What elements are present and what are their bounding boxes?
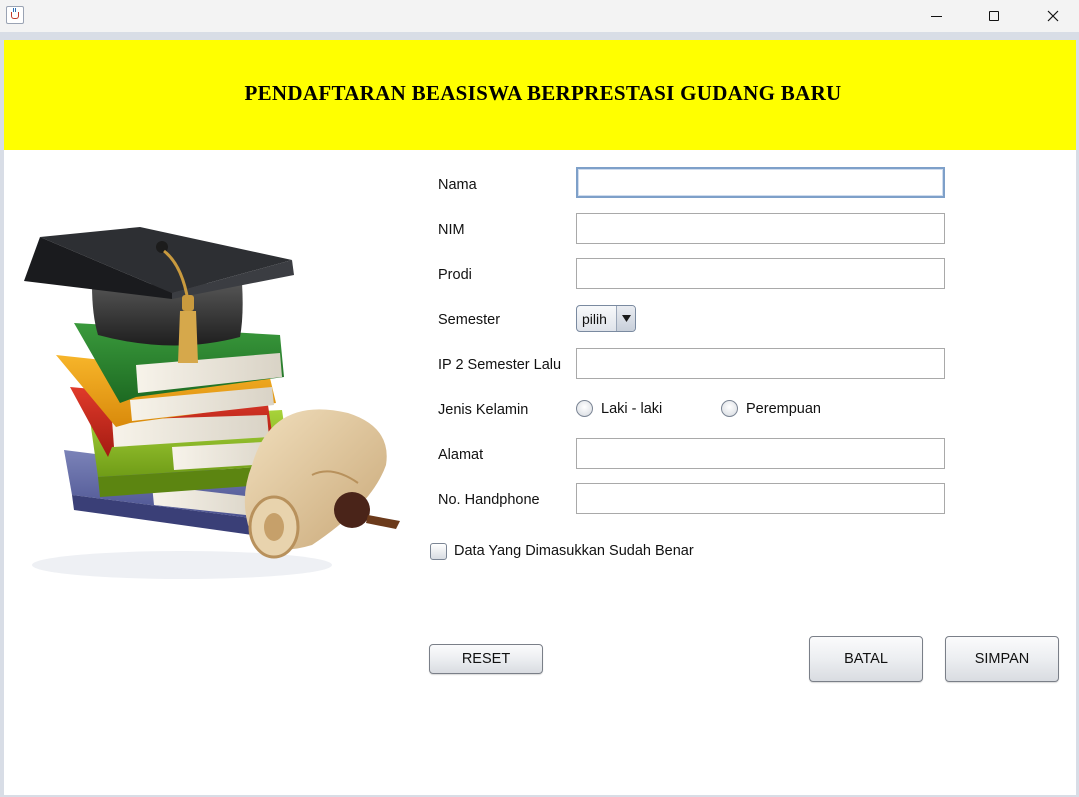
radio-laki-laki-label[interactable]: Laki - laki xyxy=(601,399,662,419)
dropdown-arrow-button[interactable] xyxy=(616,306,635,331)
graduation-books-icon xyxy=(24,227,400,579)
minimize-button[interactable] xyxy=(907,0,965,32)
alamat-label: Alamat xyxy=(438,447,484,463)
prodi-label: Prodi xyxy=(438,267,472,283)
radio-perempuan-label[interactable]: Perempuan xyxy=(746,399,821,419)
window-frame-left xyxy=(0,40,4,797)
ip-label: IP 2 Semester Lalu xyxy=(438,357,562,373)
handphone-field[interactable] xyxy=(576,483,945,514)
close-icon xyxy=(1047,10,1059,22)
radio-perempuan[interactable] xyxy=(721,400,738,417)
handphone-label: No. Handphone xyxy=(438,492,540,508)
reset-button[interactable]: RESET xyxy=(429,644,543,674)
page-title: PENDAFTARAN BEASISWA BERPRESTASI GUDANG … xyxy=(244,80,842,105)
header-banner: PENDAFTARAN BEASISWA BERPRESTASI GUDANG … xyxy=(4,40,1076,150)
close-button[interactable] xyxy=(1024,0,1079,32)
alamat-field[interactable] xyxy=(576,438,945,469)
semester-label: Semester xyxy=(438,312,501,328)
semester-select[interactable]: pilih xyxy=(576,305,636,332)
minimize-icon xyxy=(930,15,942,17)
window-frame xyxy=(0,32,1079,40)
ip-field[interactable] xyxy=(576,348,945,379)
prodi-field[interactable] xyxy=(576,258,945,289)
simpan-button[interactable]: SIMPAN xyxy=(945,636,1059,682)
nama-field[interactable] xyxy=(576,167,945,198)
java-cup-icon[interactable] xyxy=(6,6,24,24)
jenis-kelamin-label: Jenis Kelamin xyxy=(438,402,529,418)
maximize-button[interactable] xyxy=(965,0,1023,32)
radio-laki-laki[interactable] xyxy=(576,400,593,417)
chevron-down-icon xyxy=(621,315,631,322)
confirm-checkbox-label[interactable]: Data Yang Dimasukkan Sudah Benar xyxy=(454,541,694,561)
maximize-icon xyxy=(989,11,999,21)
confirm-checkbox[interactable] xyxy=(430,543,447,560)
nim-label: NIM xyxy=(438,222,465,238)
window-title-bar xyxy=(0,0,1079,32)
semester-selected-value: pilih xyxy=(582,310,607,327)
batal-button[interactable]: BATAL xyxy=(809,636,923,682)
nim-field[interactable] xyxy=(576,213,945,244)
nama-label: Nama xyxy=(438,177,477,193)
